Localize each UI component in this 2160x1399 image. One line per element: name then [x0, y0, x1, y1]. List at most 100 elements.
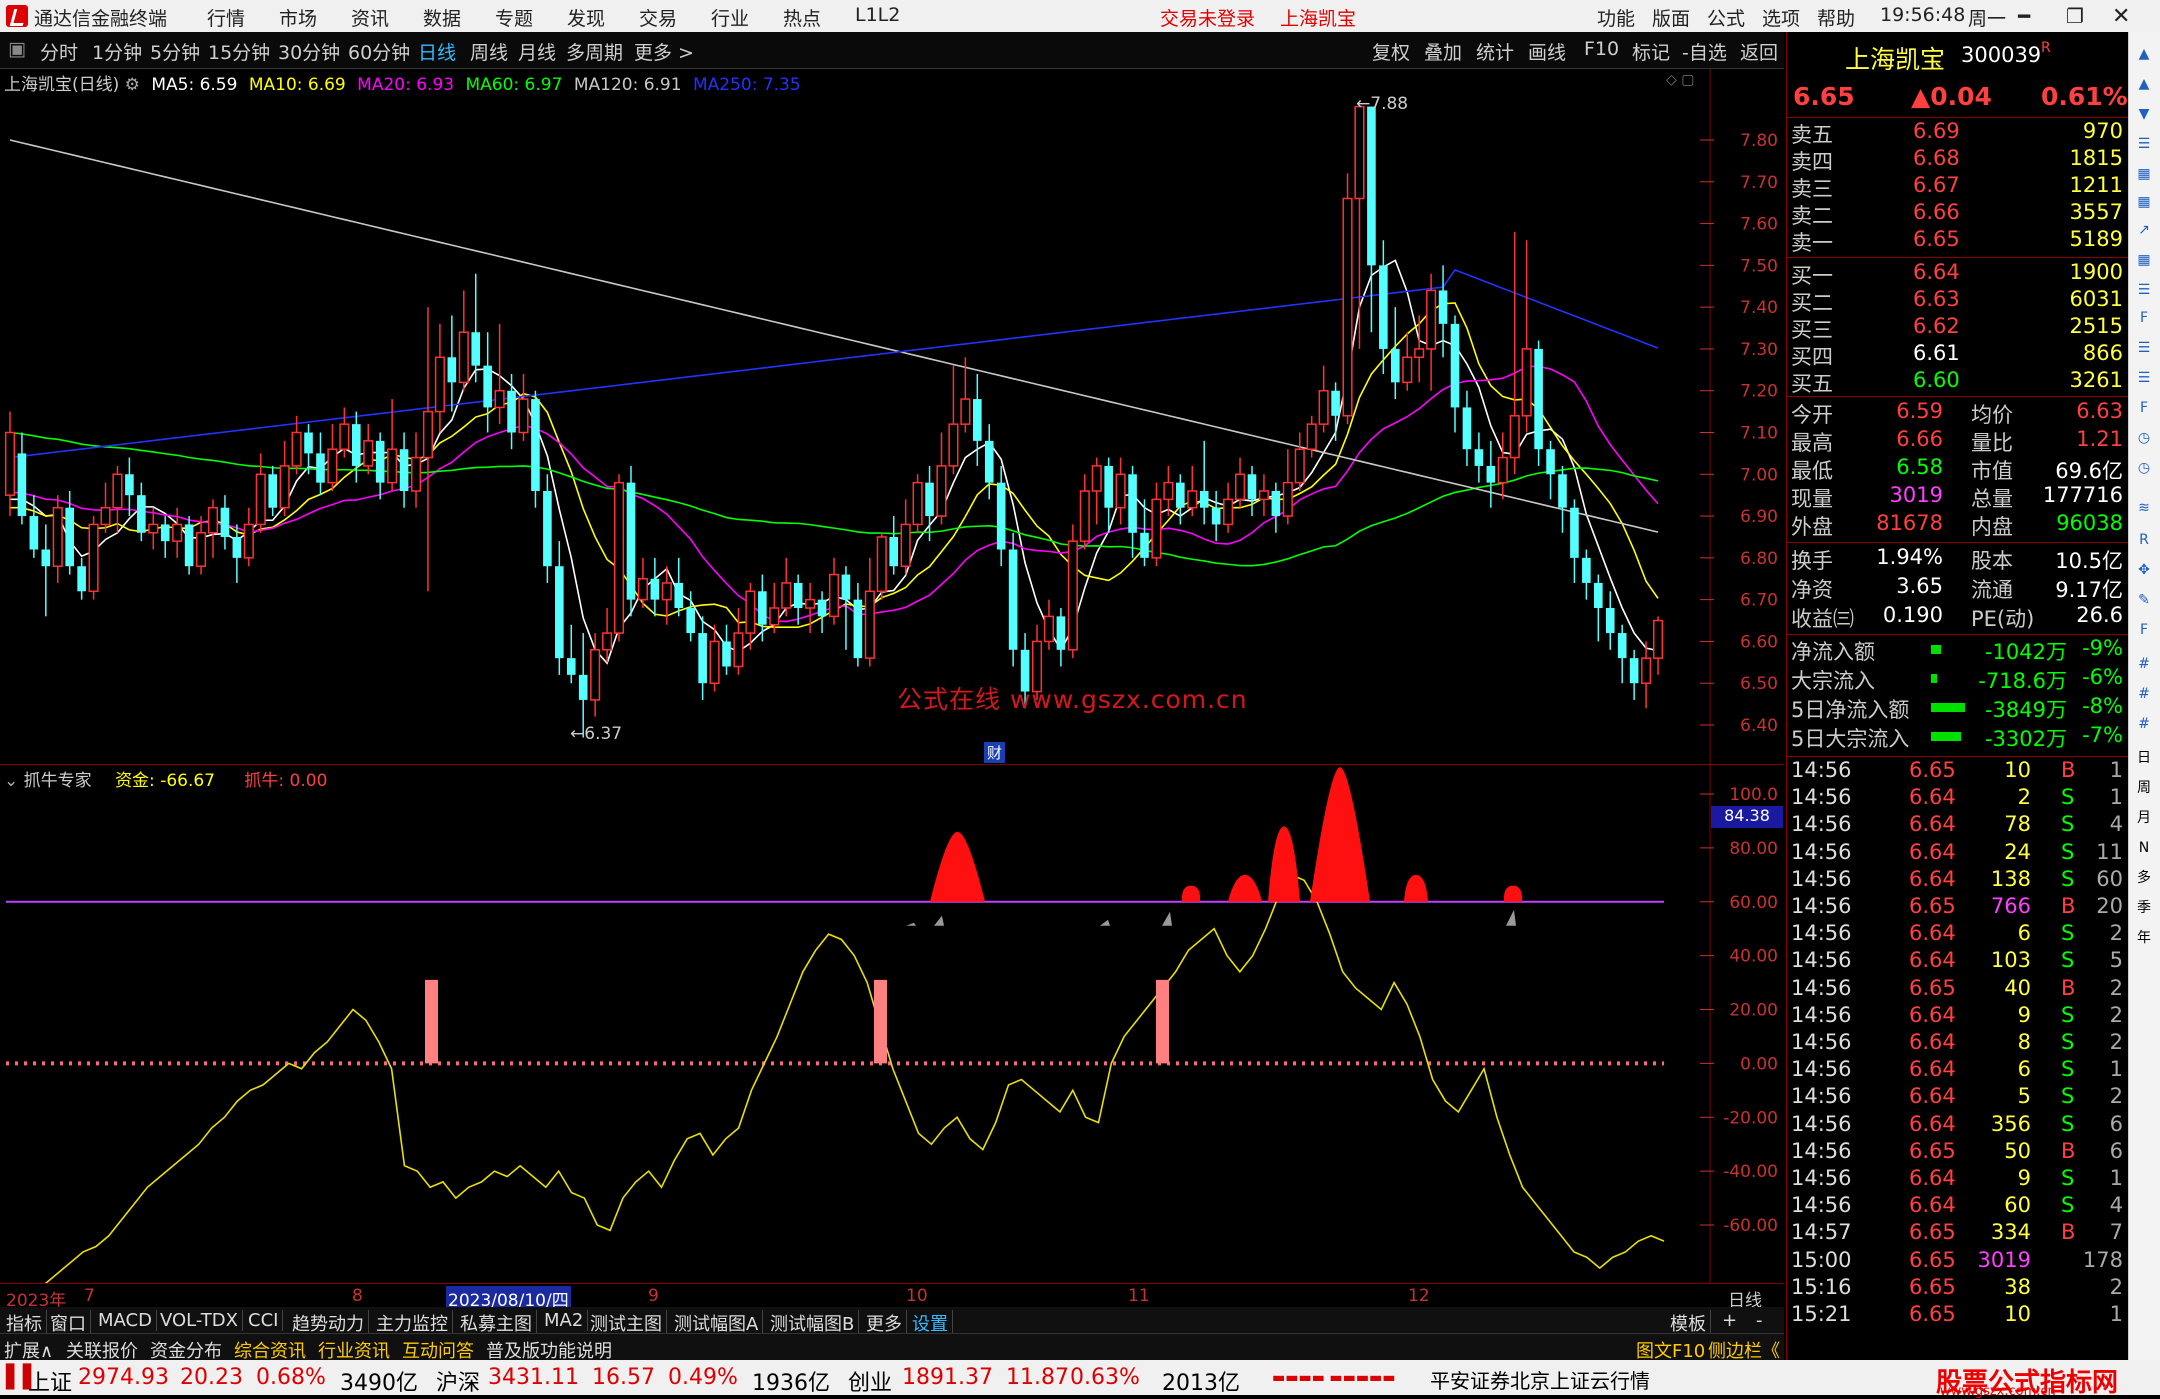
tick-time: 15:21 — [1791, 1302, 1852, 1326]
tick-time: 14:56 — [1791, 1111, 1852, 1136]
list-icon[interactable]: ☰ — [2134, 368, 2154, 388]
toggle-panel-icon[interactable]: ▣ — [8, 38, 26, 60]
settings-icon[interactable]: ⚙ — [125, 75, 140, 95]
n-icon[interactable]: N — [2134, 838, 2154, 858]
period-fenshi[interactable]: 分时 — [40, 38, 78, 65]
ask-row: 卖三 6.67 1211 — [1791, 173, 2125, 201]
period-multi[interactable]: 多周期 — [566, 38, 623, 65]
multi-icon[interactable]: 多 — [2134, 868, 2154, 888]
macd-icon[interactable]: ≋ — [2134, 498, 2154, 518]
y-tick-label: -20.00 — [1723, 1108, 1778, 1128]
week-icon[interactable]: 周 — [2134, 778, 2154, 798]
stat-row: 收益㈢ 0.190 PE(动) 26.6 — [1791, 603, 2125, 631]
add-pane-button[interactable]: + — [1718, 1310, 1741, 1331]
fuquan-button[interactable]: 复权 — [1372, 38, 1410, 65]
add-watchlist-button[interactable]: -自选 — [1682, 38, 1727, 65]
menu-zhuanti[interactable]: 专题 — [495, 4, 533, 31]
arrow-up-icon[interactable]: ▲ — [2134, 74, 2154, 94]
brand-url: www.gszx.com.cn — [1940, 1384, 2056, 1399]
finance-badge[interactable]: 财 — [984, 742, 1006, 763]
menu-hangye[interactable]: 行业 — [711, 4, 749, 31]
mark-button[interactable]: 标记 — [1632, 38, 1670, 65]
f5-icon[interactable]: F — [2134, 620, 2154, 640]
number-icon[interactable]: # — [2134, 654, 2154, 674]
title-stock-name: 上海凯宝 — [1280, 8, 1357, 30]
overlay-button[interactable]: 叠加 — [1424, 38, 1462, 65]
f2-icon[interactable]: F — [2134, 398, 2154, 418]
restore-icon[interactable]: ❐ — [2066, 4, 2084, 28]
menu-zixun[interactable]: 资讯 — [351, 4, 389, 31]
month-icon[interactable]: 月 — [2134, 808, 2154, 828]
y-tick-label: 7.80 — [1740, 131, 1778, 151]
menu-gongshi[interactable]: 公式 — [1707, 4, 1745, 31]
number-icon[interactable]: # — [2134, 684, 2154, 704]
move-icon[interactable]: ✥ — [2134, 560, 2154, 580]
menu-jiaoyi[interactable]: 交易 — [639, 4, 677, 31]
pen-icon[interactable]: ✎ — [2134, 590, 2154, 610]
collapse-icon[interactable]: ⌄ — [4, 771, 18, 791]
number-icon[interactable]: # — [2134, 714, 2154, 734]
chart-icon[interactable]: ▦ — [2134, 164, 2154, 184]
tab-cci[interactable]: CCI — [244, 1310, 284, 1331]
server-name[interactable]: 平安证券北京上证云行情 — [1430, 1365, 1650, 1394]
chart-option-icons[interactable]: ◇ ▢ — [1666, 72, 1694, 88]
day-icon[interactable]: 日 — [2134, 748, 2154, 768]
stats-button[interactable]: 统计 — [1476, 38, 1514, 65]
chart-icon[interactable]: ▦ — [2134, 192, 2154, 212]
list-icon[interactable]: ☰ — [2134, 338, 2154, 358]
remove-pane-button[interactable]: - — [1752, 1310, 1767, 1331]
menu-bangzhu[interactable]: 帮助 — [1817, 4, 1855, 31]
back-button[interactable]: 返回 — [1740, 38, 1778, 65]
index-sh-name[interactable]: 上证 — [28, 1365, 72, 1397]
list-icon[interactable]: ☰ — [2134, 134, 2154, 154]
tick-row: 14:56 6.64 5 S 2 — [1791, 1084, 2125, 1111]
quarter-icon[interactable]: 季 — [2134, 898, 2154, 918]
menu-gongneng[interactable]: 功能 — [1597, 4, 1635, 31]
year-icon[interactable]: 年 — [2134, 928, 2154, 948]
login-status[interactable]: 交易未登录 — [1160, 4, 1255, 31]
period-1min[interactable]: 1分钟 — [92, 38, 142, 65]
index-cy-name[interactable]: 创业 — [848, 1365, 892, 1397]
indicator-name[interactable]: 抓牛专家 — [24, 771, 92, 791]
clock-icon[interactable]: ◷ — [2134, 458, 2154, 478]
period-30min[interactable]: 30分钟 — [278, 38, 340, 65]
menu-shichang[interactable]: 市场 — [279, 4, 317, 31]
period-month[interactable]: 月线 — [518, 38, 556, 65]
tab-ma2[interactable]: MA2 — [540, 1310, 589, 1331]
period-5min[interactable]: 5分钟 — [150, 38, 200, 65]
period-week[interactable]: 周线 — [470, 38, 508, 65]
arrow-down-icon[interactable]: ▼ — [2134, 104, 2154, 124]
draw-button[interactable]: 画线 — [1528, 38, 1566, 65]
period-15min[interactable]: 15分钟 — [208, 38, 270, 65]
period-more[interactable]: 更多 > — [634, 38, 694, 65]
menu-redian[interactable]: 热点 — [783, 4, 821, 31]
period-60min[interactable]: 60分钟 — [348, 38, 410, 65]
indicator-chart[interactable]: 100.0 80.00 60.00 40.00 20.00 0.00 -20.00 -40.0… — [0, 765, 1784, 1283]
menu-banmian[interactable]: 版面 — [1652, 4, 1690, 31]
main-candlestick-chart[interactable]: 7.80 7.70 7.60 7.50 7.40 7.30 7.20 7.10 7.00 6.90… — [0, 68, 1784, 764]
line-icon[interactable]: ↗ — [2134, 220, 2154, 240]
menu-hangqing[interactable]: 行情 — [207, 4, 245, 31]
list-icon[interactable]: ☰ — [2134, 280, 2154, 300]
index-hs-name[interactable]: 沪深 — [436, 1365, 480, 1397]
f10-button[interactable]: F10 — [1584, 38, 1619, 60]
candle — [1367, 106, 1376, 333]
menu-faxian[interactable]: 发现 — [567, 4, 605, 31]
menu-xuanxiang[interactable]: 选项 — [1762, 4, 1800, 31]
x-label-sep: 9 — [648, 1286, 659, 1306]
menu-shuju[interactable]: 数据 — [423, 4, 461, 31]
tab-vol-tdx[interactable]: VOL-TDX — [156, 1310, 243, 1331]
tick-row: 14:56 6.64 60 S 4 — [1791, 1193, 2125, 1220]
f10-icon[interactable]: F — [2134, 308, 2154, 328]
period-day[interactable]: 日线 — [418, 38, 456, 65]
tab-macd[interactable]: MACD — [94, 1310, 157, 1331]
flow-label: 净流入额 — [1791, 640, 1875, 664]
minimize-icon[interactable]: ━ — [2018, 4, 2030, 28]
tick-row: 14:57 6.65 334 B 7 — [1791, 1220, 2125, 1247]
clock-icon[interactable]: ◷ — [2134, 428, 2154, 448]
menu-l1l2[interactable]: L1L2 — [855, 4, 900, 26]
arrow-up-icon[interactable]: ▲ — [2134, 44, 2154, 64]
rsi-icon[interactable]: R — [2134, 530, 2154, 550]
close-icon[interactable]: ✕ — [2112, 4, 2130, 29]
chart-icon[interactable]: ▦ — [2134, 250, 2154, 270]
